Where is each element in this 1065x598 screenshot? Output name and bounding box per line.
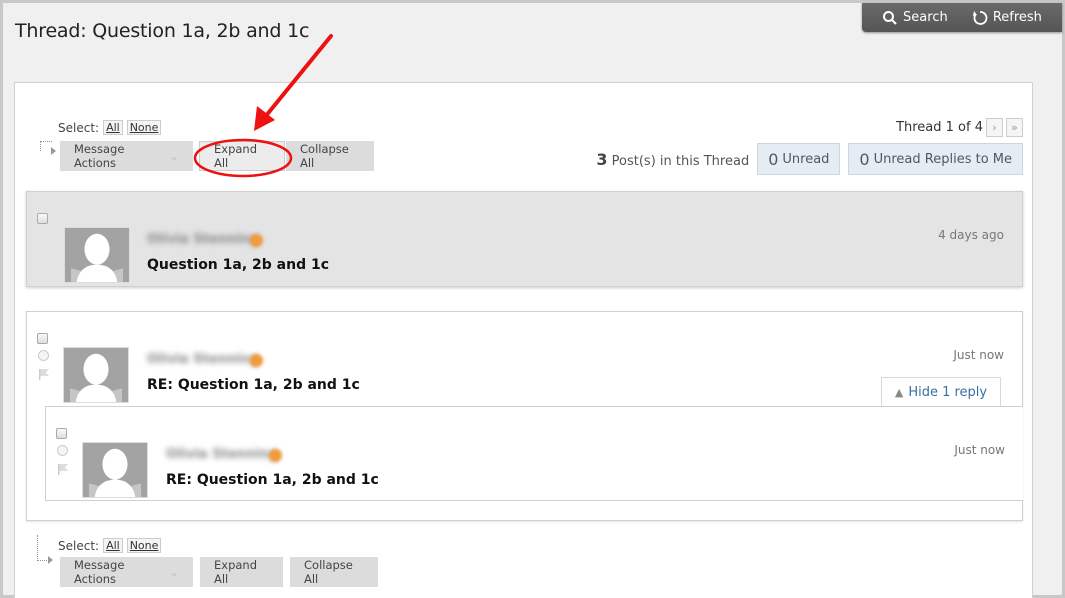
post-subject[interactable]: RE: Question 1a, 2b and 1c [147, 377, 360, 393]
select-row-bottom: Select: All None [58, 538, 162, 553]
unread-filter-button[interactable]: 0 Unread [757, 143, 841, 175]
thread-stats: 3 Post(s) in this Thread 0 Unread 0 Unre… [596, 143, 1023, 175]
select-none-link[interactable]: None [126, 538, 162, 553]
avatar [82, 442, 148, 498]
select-none-link[interactable]: None [126, 120, 162, 135]
expand-all-label: Expand All [214, 558, 258, 586]
thread-card: Select: All None Message Actions ⌄ Expan… [14, 82, 1033, 598]
role-badge-icon [269, 449, 282, 462]
last-thread-button[interactable]: » [1006, 118, 1023, 137]
action-buttons-top: Message Actions ⌄ Expand All Collapse Al… [60, 141, 374, 171]
default-avatar-icon [69, 353, 123, 402]
message-actions-label: Message Actions [74, 558, 125, 586]
unread-label: Unread [782, 151, 830, 167]
post-count-label: Post(s) in this Thread [611, 153, 750, 169]
collapse-all-button[interactable]: Collapse All [290, 557, 378, 587]
next-thread-button[interactable]: › [986, 118, 1003, 137]
post-checkbox[interactable] [37, 213, 48, 224]
post-checkbox[interactable] [37, 333, 48, 344]
avatar [64, 227, 130, 283]
post-time: 4 days ago [938, 228, 1004, 242]
unread-replies-filter-button[interactable]: 0 Unread Replies to Me [848, 143, 1023, 175]
hide-replies-button[interactable]: ▲ Hide 1 reply [881, 377, 1001, 407]
unread-replies-label: Unread Replies to Me [873, 151, 1012, 167]
read-status-toggle[interactable] [38, 350, 49, 361]
select-label: Select: [58, 120, 100, 135]
read-status-toggle[interactable] [57, 445, 68, 456]
select-all-link[interactable]: All [103, 538, 123, 553]
message-actions-label: Message Actions [74, 142, 125, 170]
chevron-down-icon: ⌄ [169, 565, 179, 579]
unread-count: 0 [768, 149, 779, 169]
collapse-all-button[interactable]: Collapse All [286, 141, 374, 171]
expand-all-button[interactable]: Expand All [199, 141, 285, 171]
post-time: Just now [953, 348, 1004, 362]
message-actions-button[interactable]: Message Actions ⌄ [60, 141, 193, 171]
connector-arrow-bottom [37, 535, 53, 564]
triangle-up-icon: ▲ [894, 386, 904, 399]
post-item[interactable]: Olivia Stenning Question 1a, 2b and 1c 4… [26, 191, 1023, 287]
select-row-top: Select: All None [58, 120, 162, 135]
connector-arrow-top [40, 141, 56, 155]
message-actions-button[interactable]: Message Actions ⌄ [60, 557, 193, 587]
post-count-number: 3 [596, 149, 608, 169]
role-badge-icon [250, 354, 263, 367]
role-badge-icon [250, 234, 263, 247]
default-avatar-icon [88, 448, 142, 497]
default-avatar-icon [70, 233, 124, 282]
expand-all-button[interactable]: Expand All [200, 557, 283, 587]
expand-all-label: Expand All [214, 142, 258, 170]
chevron-down-icon: ⌄ [169, 149, 179, 163]
post-count: 3 Post(s) in this Thread [596, 150, 749, 169]
collapse-all-label: Collapse All [304, 558, 353, 586]
post-item[interactable]: Olivia Stenning RE: Question 1a, 2b and … [45, 406, 1023, 501]
avatar [63, 347, 129, 403]
post-item[interactable]: Olivia Stenning RE: Question 1a, 2b and … [26, 311, 1023, 521]
page-title: Thread: Question 1a, 2b and 1c [15, 20, 310, 42]
action-buttons-bottom: Message Actions ⌄ Expand All Collapse Al… [60, 557, 378, 587]
top-toolbar: Search Refresh [862, 3, 1062, 32]
post-time: Just now [954, 443, 1005, 457]
select-all-link[interactable]: All [103, 120, 123, 135]
post-subject[interactable]: RE: Question 1a, 2b and 1c [166, 472, 379, 488]
refresh-icon [972, 10, 988, 25]
thread-position: Thread 1 of 4 [896, 120, 983, 135]
hide-replies-label: Hide 1 reply [908, 385, 988, 400]
select-label: Select: [58, 538, 100, 553]
author-name[interactable]: Olivia Stenning [147, 352, 259, 367]
search-button[interactable]: Search [882, 10, 948, 26]
refresh-label: Refresh [992, 10, 1042, 25]
refresh-button[interactable]: Refresh [972, 10, 1042, 26]
search-label: Search [903, 10, 948, 25]
flag-icon[interactable] [57, 463, 69, 475]
collapse-all-label: Collapse All [300, 142, 349, 170]
flag-icon[interactable] [38, 368, 50, 380]
thread-navigation: Thread 1 of 4 › » [896, 118, 1023, 137]
author-name[interactable]: Olivia Stenning [147, 232, 259, 247]
author-name[interactable]: Olivia Stenning [166, 447, 278, 462]
unread-replies-count: 0 [859, 149, 870, 169]
post-checkbox[interactable] [56, 428, 67, 439]
search-icon [883, 10, 897, 25]
post-subject[interactable]: Question 1a, 2b and 1c [147, 257, 329, 273]
